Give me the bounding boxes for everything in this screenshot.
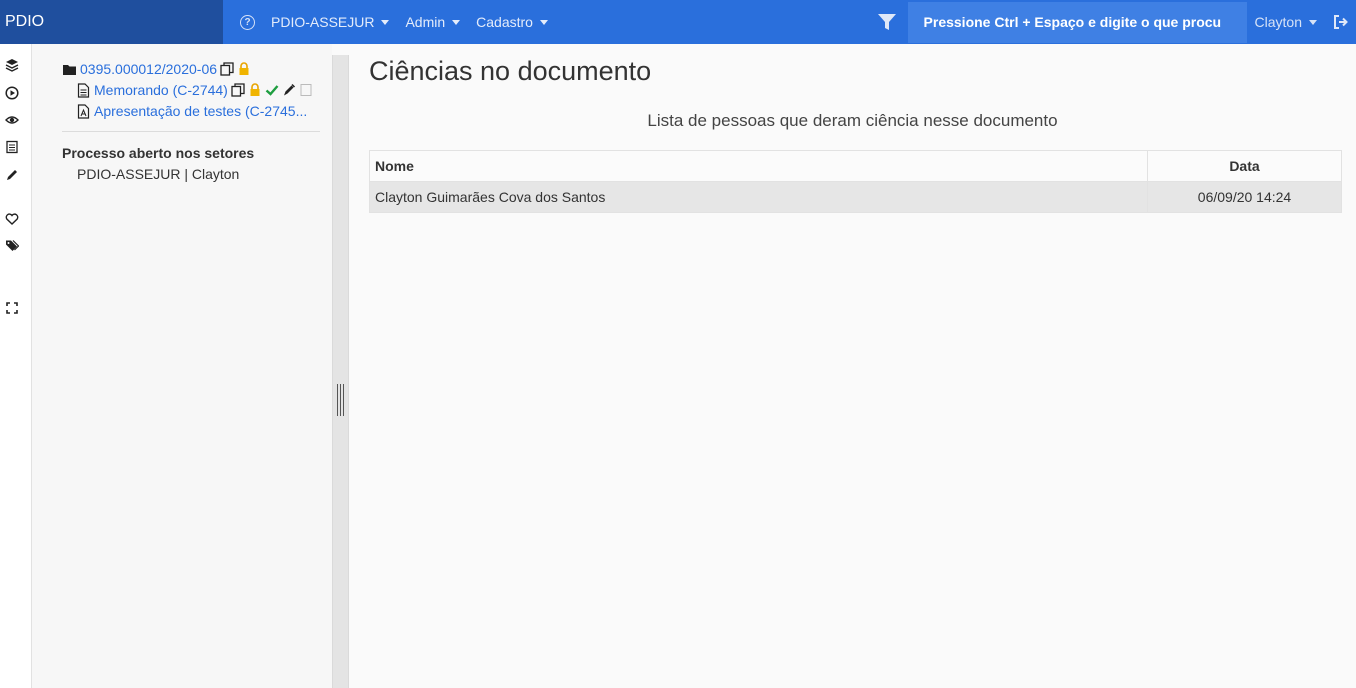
caret-down-icon (452, 19, 461, 25)
main-content: Ciências no documento Lista de pessoas q… (349, 44, 1356, 688)
document-link[interactable]: Memorando (C-2744) (94, 82, 228, 98)
layers-icon[interactable] (4, 57, 20, 73)
folder-icon (63, 64, 76, 75)
table-header-row: Nome Data (369, 150, 1342, 182)
sectors-heading: Processo aberto nos setores (62, 145, 255, 161)
question-circle-icon[interactable]: ? (240, 14, 255, 30)
user-menu[interactable]: Clayton (1255, 14, 1317, 30)
column-header-nome[interactable]: Nome (369, 150, 1148, 182)
caret-down-icon (381, 19, 390, 25)
calendar-icon[interactable] (4, 139, 20, 155)
drag-handle-icon[interactable] (337, 384, 344, 416)
signature-pen-icon[interactable] (282, 83, 296, 97)
file-text-icon (77, 82, 90, 98)
menu-label: Cadastro (476, 14, 533, 30)
tags-icon[interactable] (4, 238, 20, 254)
checkbox-icon[interactable] (299, 83, 313, 97)
search-input[interactable]: Pressione Ctrl + Espaço e digite o que p… (907, 1, 1247, 43)
page-title: Ciências no documento (369, 56, 652, 86)
file-pdf-icon (77, 103, 90, 119)
process-tree-panel: 0395.000012/2020-06 Memorando (C-2744) A… (32, 44, 332, 688)
brand-logo[interactable]: PDIO (0, 0, 223, 44)
user-name: Clayton (1254, 14, 1302, 30)
page-subtitle: Lista de pessoas que deram ciência nesse… (647, 111, 1058, 130)
document-link[interactable]: Apresentação de testes (C-2745... (94, 103, 307, 119)
sector-item: PDIO-ASSEJUR | Clayton (77, 166, 240, 182)
pen-icon[interactable] (4, 167, 20, 183)
tree-document-row[interactable]: Apresentação de testes (C-2745... (76, 103, 307, 119)
panel-splitter[interactable] (332, 55, 349, 688)
acknowledgements-table: Nome Data Clayton Guimarães Cova dos San… (369, 150, 1342, 213)
heart-icon[interactable] (4, 211, 20, 227)
expand-icon[interactable] (4, 300, 20, 316)
tree-process-row[interactable]: 0395.000012/2020-06 (62, 61, 251, 77)
play-circle-icon[interactable] (4, 85, 20, 101)
divider (62, 131, 320, 132)
menu-label: Admin (405, 14, 446, 30)
sign-out-icon[interactable] (1333, 14, 1349, 30)
side-icon-rail (0, 44, 32, 688)
copy-icon[interactable] (220, 62, 234, 76)
caret-down-icon (539, 19, 548, 25)
menu-admin[interactable]: Admin (405, 14, 461, 30)
caret-down-icon (1309, 19, 1317, 25)
menu-cadastro[interactable]: Cadastro (476, 14, 548, 30)
filter-icon[interactable] (877, 12, 897, 32)
column-header-data[interactable]: Data (1147, 150, 1342, 182)
menu-pdio-assejur[interactable]: PDIO-ASSEJUR (271, 14, 390, 30)
menu-label: PDIO-ASSEJUR (271, 14, 375, 30)
lock-icon (239, 62, 249, 75)
top-navbar: PDIO ? PDIO-ASSEJUR Admin Cadastro Press… (0, 0, 1356, 44)
copy-icon[interactable] (231, 83, 245, 97)
cell-nome: Clayton Guimarães Cova dos Santos (369, 181, 1148, 213)
process-link[interactable]: 0395.000012/2020-06 (80, 61, 217, 77)
eye-icon[interactable] (4, 112, 20, 128)
lock-icon (250, 83, 260, 96)
cell-data: 06/09/20 14:24 (1147, 181, 1342, 213)
table-row[interactable]: Clayton Guimarães Cova dos Santos 06/09/… (369, 181, 1342, 213)
check-icon (265, 85, 279, 96)
tree-document-row[interactable]: Memorando (C-2744) (76, 82, 313, 98)
